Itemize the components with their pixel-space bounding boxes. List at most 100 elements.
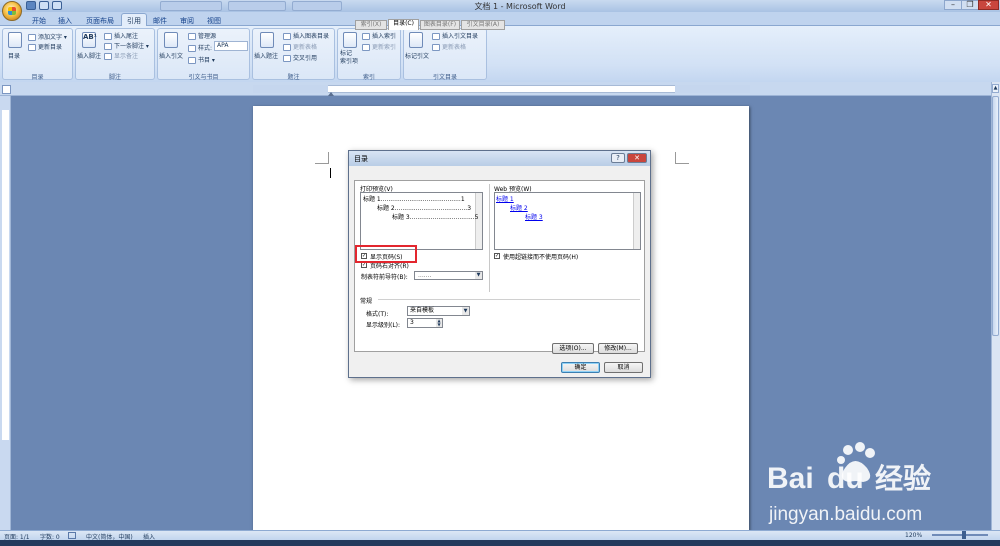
tab-home[interactable]: 开始 [32,16,46,26]
footnote-icon: AB¹ [82,32,97,48]
insert-caption-button[interactable]: 插入题注 [254,51,278,60]
close-button[interactable]: ✕ [978,0,999,10]
tab-insert[interactable]: 插入 [58,16,72,26]
cancel-button[interactable]: 取消 [604,362,643,373]
tab-index[interactable]: 索引(X) [355,20,387,30]
ok-button[interactable]: 确定 [561,362,600,373]
scroll-thumb[interactable] [992,96,999,336]
add-text-button[interactable]: 添加文字 ▾ [28,32,67,41]
zoom-slider-thumb[interactable] [962,531,966,539]
web-preview-box [494,192,641,250]
add-text-icon [28,34,36,41]
tab-leader-label: 制表符前导符(B): [361,274,408,281]
dropdown-arrow-icon: ▼ [475,272,482,279]
update-toa-button[interactable]: 更新表格 [432,42,466,51]
highlight-box [355,245,417,263]
undo-icon[interactable] [39,1,49,10]
indent-marker-icon[interactable] [328,92,334,96]
formats-dropdown[interactable]: 来自模板 [407,306,470,316]
tab-page-layout[interactable]: 页面布局 [86,16,114,26]
svg-text:jingyan.baidu.com: jingyan.baidu.com [768,504,922,525]
update-index-button[interactable]: 更新索引 [362,42,396,51]
tab-table-of-figures[interactable]: 图表目录(F) [420,20,460,30]
next-footnote-button[interactable]: 下一条脚注 ▾ [104,41,149,50]
update-table-label: 更新表格 [293,44,318,51]
update-toa-icon [432,44,440,51]
next-footnote-icon [104,43,112,50]
use-hyperlinks-checkbox[interactable]: ✓ [494,253,500,259]
insert-table-of-figures-button[interactable]: 插入图表目录 [283,31,329,40]
svg-text:经验: 经验 [875,462,931,495]
proofing-icon[interactable] [68,532,76,539]
toc-button[interactable]: 目录 [8,51,20,60]
update-table-button[interactable]: 更新表格 [283,42,317,51]
dialog-close-button[interactable]: ✕ [627,153,647,163]
tab-view[interactable]: 视图 [207,16,221,26]
print-preview-line: 标题 1....................................… [363,196,465,203]
insert-toa-button[interactable]: 插入引文目录 [432,31,478,40]
insert-endnote-button[interactable]: 插入尾注 [104,31,138,40]
endnote-label: 插入尾注 [114,33,139,40]
bibliography-icon [188,57,196,64]
style-dropdown[interactable]: APA [214,41,248,51]
group-label-index: 索引 [362,74,375,81]
update-index-label: 更新索引 [372,44,397,51]
insert-citation-icon [164,32,178,48]
update-toc-button[interactable]: 更新目录 [28,42,62,51]
insert-index-button[interactable]: 插入索引 [362,31,396,40]
web-preview-scrollbar[interactable] [633,193,640,249]
cross-reference-label: 交叉引用 [293,55,318,62]
options-button[interactable]: 选项(O)... [552,343,594,354]
help-button[interactable]: ? [611,153,625,163]
dropdown-arrow-icon: ▼ [462,307,469,315]
taskbar-doc-tab[interactable] [228,1,286,11]
tab-references[interactable]: 引用 [121,13,147,27]
show-notes-label: 显示备注 [114,53,139,60]
tab-review[interactable]: 审阅 [180,16,194,26]
tab-mailings[interactable]: 邮件 [153,16,167,26]
ruler-margin-left [253,85,328,93]
cross-reference-button[interactable]: 交叉引用 [283,53,317,62]
redo-icon[interactable] [52,1,62,10]
mark-citation-button[interactable]: 标记引文 [405,51,429,60]
margin-corner [675,152,689,164]
web-preview-link[interactable]: 标题 2 [510,203,528,212]
dialog-title: 目录 [349,151,650,166]
modify-button[interactable]: 修改(M)... [598,343,638,354]
insert-index-icon [362,33,370,40]
formats-label: 格式(T): [366,311,389,318]
group-label-toc: 目录 [31,74,44,81]
tab-leader-dropdown[interactable]: ....... [414,271,483,280]
tab-toc[interactable]: 目录(C) [388,19,419,30]
scroll-up-icon[interactable]: ▲ [992,84,999,93]
office-button-icon[interactable] [2,1,22,21]
insert-footnote-button[interactable]: 插入脚注 [77,51,101,60]
group-label-captions: 题注 [287,74,300,81]
group-label-footnotes: 脚注 [108,74,121,81]
print-preview-line: 标题 2....................................… [377,205,472,212]
minimize-button[interactable]: – [944,0,962,10]
show-notes-button[interactable]: 显示备注 [104,51,138,60]
margin-corner [315,152,329,164]
web-preview-link[interactable]: 标题 1 [496,194,514,203]
bibliography-button[interactable]: 书目 ▾ [188,55,215,64]
insert-citation-button[interactable]: 插入引文 [159,51,183,60]
web-preview-link[interactable]: 标题 3 [525,212,543,221]
next-footnote-label: 下一条脚注 ▾ [114,43,149,50]
tab-table-of-authorities[interactable]: 引文目录(A) [461,20,505,30]
print-preview-scrollbar[interactable] [475,193,482,249]
taskbar-doc-tab[interactable] [292,1,342,11]
taskbar-doc-tab[interactable] [160,1,222,11]
separator [489,184,490,292]
update-toc-label: 更新目录 [38,44,63,51]
zoom-level[interactable]: 120% [905,532,922,539]
manage-sources-button[interactable]: 管理源 [188,31,216,40]
style-text: 样式: [198,45,213,52]
print-preview-line: 标题 3..................................5 [392,214,479,221]
zoom-slider[interactable] [932,534,988,536]
save-icon[interactable] [26,1,36,10]
spinner-arrows-icon[interactable]: ▲ ▼ [436,319,442,327]
mark-entry-button[interactable]: 标记 索引项 [340,50,358,66]
restore-button[interactable]: ❐ [961,0,979,10]
tab-selector-icon[interactable] [2,85,11,94]
